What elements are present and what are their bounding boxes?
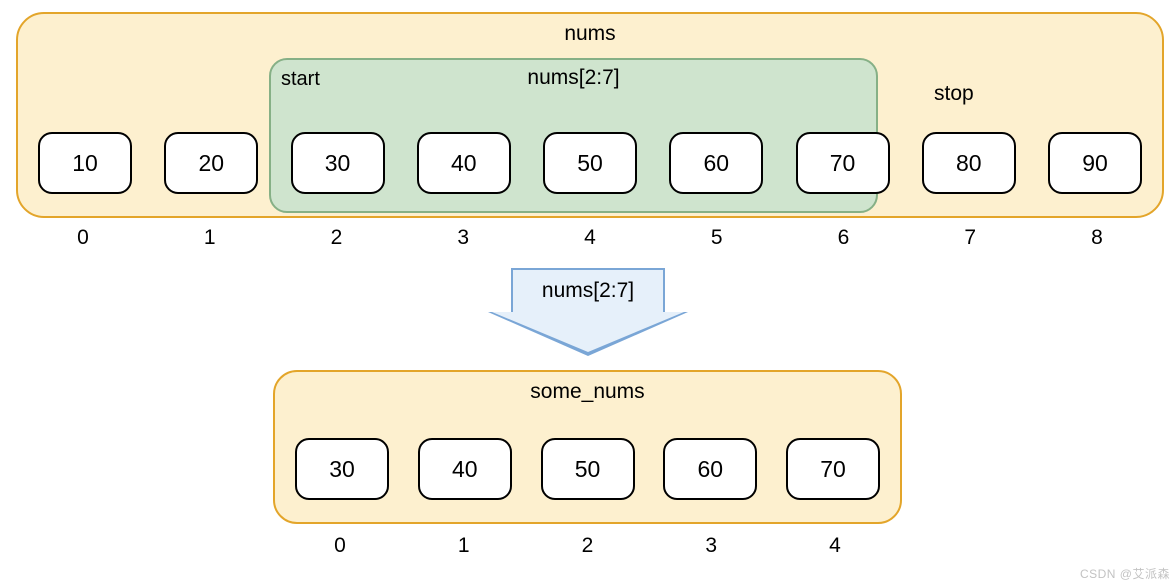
result-cell: 30 (295, 438, 389, 500)
source-cell: 80 (922, 132, 1016, 194)
source-cell: 30 (291, 132, 385, 194)
diagram-canvas: nums start nums[2:7] stop 10 20 30 40 50… (0, 0, 1176, 586)
start-label: start (281, 68, 320, 91)
result-index: 2 (541, 534, 635, 558)
source-cell: 90 (1048, 132, 1142, 194)
source-array-name: nums (18, 22, 1162, 46)
source-index: 3 (416, 226, 510, 250)
result-index: 4 (788, 534, 882, 558)
result-index: 3 (664, 534, 758, 558)
slice-arrow-icon: nums[2:7] (488, 268, 688, 364)
result-index-row: 0 1 2 3 4 (273, 534, 902, 558)
source-array-box: nums start nums[2:7] stop 10 20 30 40 50… (16, 12, 1164, 218)
arrow-label: nums[2:7] (511, 268, 665, 312)
result-cell: 60 (663, 438, 757, 500)
watermark-text: CSDN @艾派森 (1080, 565, 1170, 582)
source-index: 8 (1050, 226, 1144, 250)
source-cells-row: 10 20 30 40 50 60 70 80 90 (18, 132, 1162, 194)
slice-expression: nums[2:7] (271, 66, 876, 90)
result-index: 1 (417, 534, 511, 558)
source-index: 5 (670, 226, 764, 250)
source-index: 4 (543, 226, 637, 250)
source-cell: 40 (417, 132, 511, 194)
result-index: 0 (293, 534, 387, 558)
result-cell: 40 (418, 438, 512, 500)
stop-label: stop (934, 82, 974, 106)
result-array-name: some_nums (275, 380, 900, 404)
source-index: 2 (290, 226, 384, 250)
source-cell: 50 (543, 132, 637, 194)
result-cells-row: 30 40 50 60 70 (275, 438, 900, 500)
result-cell: 70 (786, 438, 880, 500)
result-cell: 50 (541, 438, 635, 500)
source-index: 6 (797, 226, 891, 250)
source-cell: 70 (796, 132, 890, 194)
source-index: 1 (163, 226, 257, 250)
source-cell: 60 (669, 132, 763, 194)
source-cell: 20 (164, 132, 258, 194)
source-index: 7 (923, 226, 1017, 250)
result-array-box: some_nums 30 40 50 60 70 (273, 370, 902, 524)
source-index: 0 (36, 226, 130, 250)
source-cell: 10 (38, 132, 132, 194)
source-index-row: 0 1 2 3 4 5 6 7 8 (16, 226, 1164, 250)
arrow-head-icon (488, 312, 688, 356)
